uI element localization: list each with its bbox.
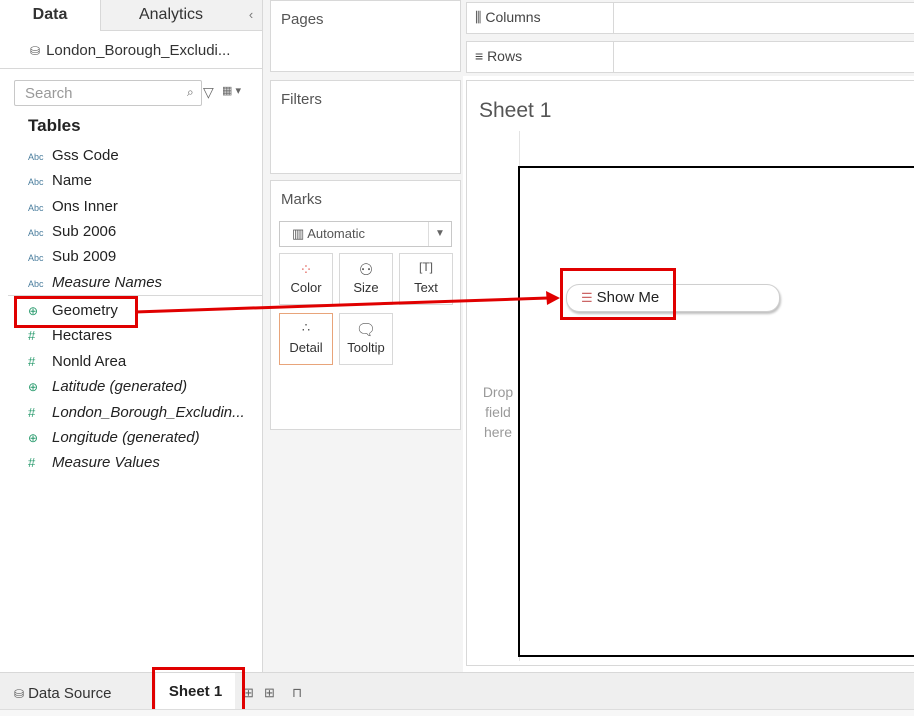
data-source-tab[interactable]: ⛁ Data Source [14,685,111,702]
new-story-icon[interactable]: ⊓ [292,685,302,701]
new-dashboard-icon[interactable]: ⊞ [264,685,275,701]
annotation-arrow [134,291,560,314]
database-icon: ⛁ [14,687,25,701]
arrow-line [134,296,549,314]
arrow-head [546,291,560,305]
sheet-tab-highlight [152,667,245,713]
